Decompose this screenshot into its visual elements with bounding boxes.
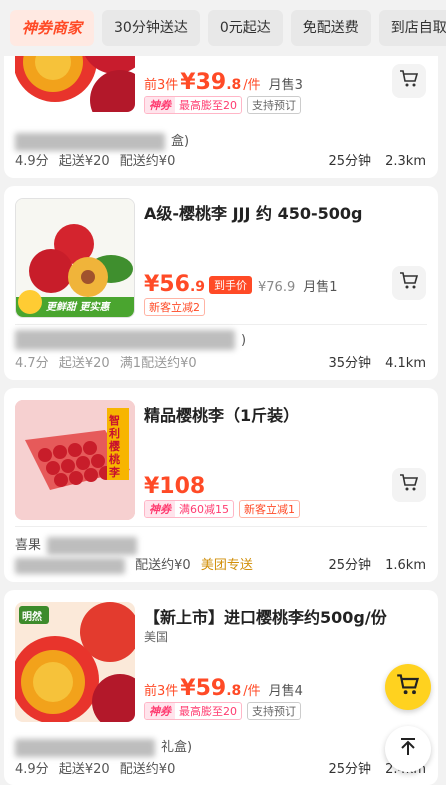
price-prefix: 前3件 [144,78,179,93]
price-decimal: .9 [189,279,205,295]
original-price: ¥76.9 [258,280,296,295]
promo-badges: 新客立减2 [144,298,205,316]
shop-info-row: 4.7分 起送¥20 满1配送约¥0 35分钟 4.1km [15,352,426,371]
blurred-shop-name [47,536,138,555]
product-origin: 美国 [144,630,169,644]
new-customer-badge: 新客立减2 [144,298,205,316]
price-decimal: .8 [226,77,242,93]
min-order: 起送¥20 [58,154,110,169]
price-decimal: .8 [226,683,242,699]
shop-rating: 4.9分 [15,762,49,777]
product-image[interactable]: 更鲜甜 更实惠 [15,198,135,318]
delivery-fee: 满1配送约¥0 [119,356,197,371]
preorder-badge: 支持预订 [247,96,301,114]
image-logo-text: 明然 [22,612,42,623]
shop-rating: 4.7分 [15,356,49,371]
shenquan-badge: 神券 最高膨至20 [144,96,242,114]
shop-info-row: 4.9分 起送¥20 配送约¥0 25分钟 2.3km [15,150,426,169]
meituan-delivery-label: 美团专送 [200,558,253,573]
cart-icon [396,673,420,701]
delivery-fee: 配送约¥0 [119,762,176,777]
price-row: 前3件 ¥59 .8 /件 月售4 [144,676,303,701]
price-unit: /件 [243,78,261,93]
cart-icon [399,69,419,93]
promo-badges: 神券 最高膨至20 支持预订 [144,96,301,114]
product-title[interactable]: 【新上市】进口樱桃李约500g/份 [144,604,387,628]
blurred-shop-name [15,738,155,757]
cart-icon [399,473,419,497]
delivery-time: 25分钟 [328,558,371,573]
promo-badges: 神券 最高膨至20 支持预订 [144,702,301,720]
blurred-shop-name [15,132,165,151]
distance: 2.3km [385,154,426,169]
product-image[interactable]: 智利樱桃李 [15,400,135,520]
floating-cart-button[interactable] [385,664,431,710]
promo-badges: 神券 满60减15 新客立减1 [144,500,300,518]
filter-free-delivery[interactable]: 免配送费 [290,10,371,46]
filter-pickup[interactable]: 到店自取 [378,10,446,46]
delivery-time: 25分钟 [328,762,371,777]
min-order: 起送¥20 [58,762,110,777]
image-slogan: 更鲜甜 [46,302,76,313]
arrow-up-icon [397,736,419,762]
shop-rating: 4.9分 [15,154,49,169]
product-title[interactable]: A级-樱桃李 JJJ 约 450-500g [144,200,363,224]
shop-info-row: 4.9分 起送¥20 配送约¥0 25分钟 2.4km [15,758,426,777]
product-card[interactable]: 明然 【新上市】进口樱桃李约500g/份 美国 前3件 ¥59 .8 /件 月售… [4,590,438,785]
shenquan-badge: 神券 最高膨至20 [144,702,242,720]
add-to-cart-button[interactable] [392,468,426,502]
shenquan-badge: 神券 满60减15 [144,500,234,518]
cart-icon [399,271,419,295]
distance: 1.6km [385,558,426,573]
divider [15,324,427,325]
price-prefix: 前3件 [144,684,179,699]
filter-bar: 神券商家 30分钟送达 0元起达 免配送费 到店自取 [0,0,446,56]
filter-zero-minimum[interactable]: 0元起达 [207,10,283,46]
distance: 4.1km [385,356,426,371]
delivery-time: 25分钟 [328,154,371,169]
divider [15,526,427,527]
monthly-sales: 月售3 [268,78,303,93]
shop-name-row[interactable]: 盒) [15,130,426,151]
new-customer-badge: 新客立减1 [239,500,300,518]
delivery-fee: 配送约¥0 [135,558,191,573]
preorder-badge: 支持预订 [247,702,301,720]
price: ¥39 [180,70,227,95]
price: ¥56 [144,272,190,297]
back-to-top-button[interactable] [385,726,431,772]
final-price-badge: 到手价 [209,275,252,294]
monthly-sales: 月售4 [268,684,303,699]
price-unit: /件 [243,684,261,699]
min-order: 起送¥20 [58,356,110,371]
shop-info-row: 配送约¥0 美团专送 25分钟 1.6km [15,554,426,574]
add-to-cart-button[interactable] [392,64,426,98]
filter-30min-delivery[interactable]: 30分钟送达 [102,10,200,46]
shop-name-row[interactable]: 礼盒) [15,736,426,757]
shop-name-row[interactable]: ) [15,330,426,350]
price-row: 前3件 ¥39 .8 /件 月售3 [144,70,303,95]
product-image[interactable]: 明然 [15,602,135,722]
product-card[interactable]: 智利樱桃李 精品樱桃李（1斤装） ¥108 神券 满60减15 新客立减1 喜果 … [4,388,438,582]
product-title[interactable]: 精品樱桃李（1斤装） [144,402,299,426]
image-slogan: 更实惠 [79,302,110,313]
blurred-shop-name [15,330,235,350]
shop-name-row[interactable]: 喜果 [15,534,426,555]
delivery-fee: 配送约¥0 [119,154,176,169]
filter-shenquan-merchant[interactable]: 神券商家 [10,10,95,46]
price: ¥59 [180,676,227,701]
add-to-cart-button[interactable] [392,266,426,300]
product-card[interactable]: 更鲜甜 更实惠 A级-樱桃李 JJJ 约 450-500g ¥56 .9 到手价… [4,186,438,380]
image-label: 智利樱桃李 [109,414,120,479]
monthly-sales: 月售1 [303,280,338,295]
price: ¥108 [144,474,206,499]
delivery-time: 35分钟 [328,356,371,371]
blurred-shop-stats [15,557,125,574]
price-row: ¥108 [144,474,205,499]
price-row: ¥56 .9 到手价 ¥76.9 月售1 [144,272,338,297]
